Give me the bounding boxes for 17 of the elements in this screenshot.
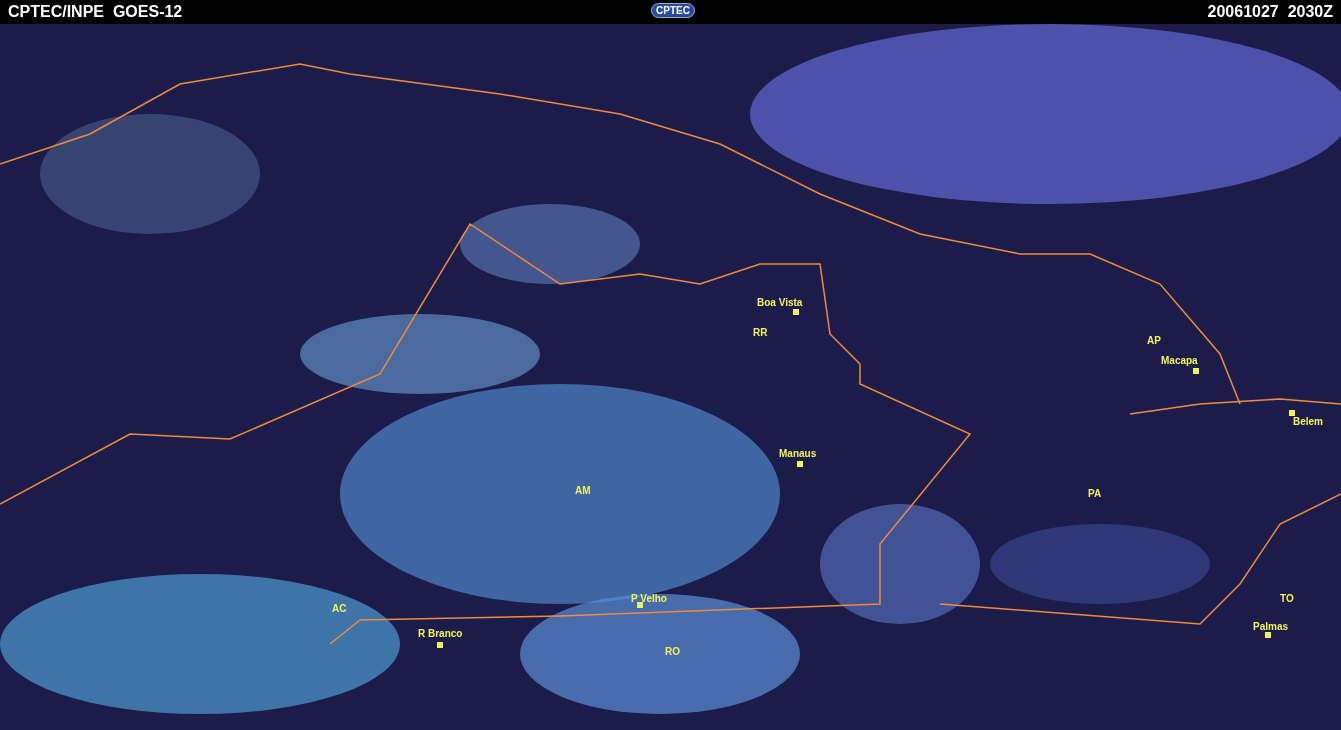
- state-label: PA: [1088, 489, 1102, 499]
- city-label: P Velho: [631, 594, 667, 604]
- satellite-title: CPTEC/INPE GOES-12: [8, 3, 183, 21]
- state-label: AP: [1147, 336, 1161, 346]
- logo: CPTEC: [651, 3, 695, 18]
- city-label: Macapa: [1161, 356, 1198, 366]
- state-label: RO: [665, 647, 680, 657]
- city-label: Palmas: [1253, 622, 1289, 632]
- state-label: RR: [753, 328, 768, 338]
- city-label: Manaus: [779, 449, 817, 459]
- city-label: Belem: [1293, 417, 1323, 427]
- timestamp: 20061027 2030Z: [1207, 3, 1333, 21]
- city-label: Boa Vista: [757, 298, 803, 308]
- state-label: AC: [332, 604, 347, 614]
- state-label: AM: [575, 486, 591, 496]
- state-label: TO: [1280, 594, 1294, 604]
- city-label: R Branco: [418, 629, 463, 639]
